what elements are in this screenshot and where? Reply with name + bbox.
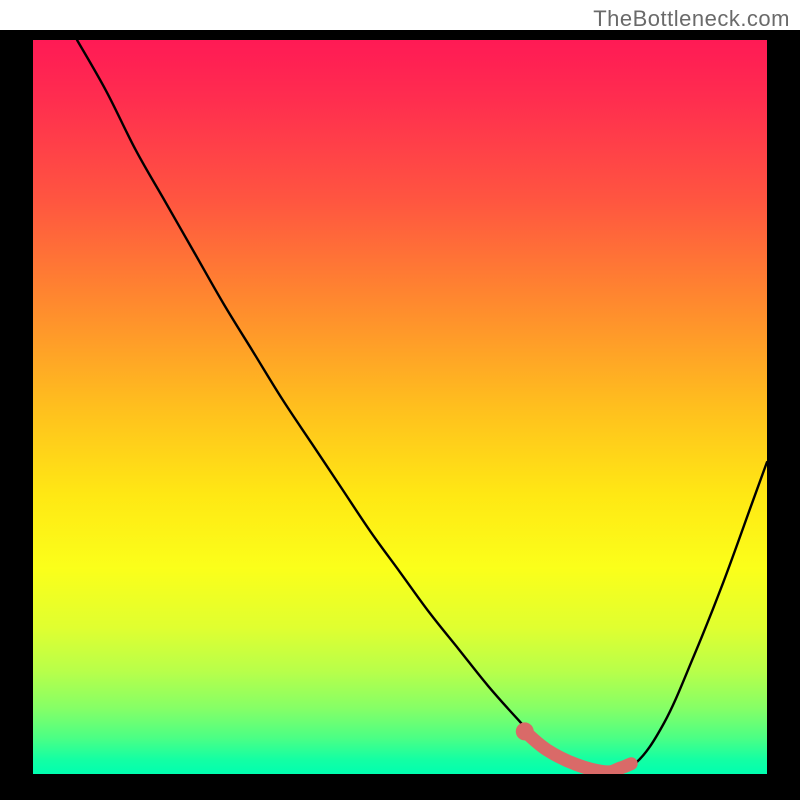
curve-svg (33, 40, 767, 774)
watermark-text: TheBottleneck.com (593, 6, 790, 32)
highlight-start-dot (516, 722, 534, 740)
bottleneck-curve-path (77, 40, 767, 772)
plot-frame (0, 30, 800, 800)
plot-area (33, 40, 767, 774)
chart-container: TheBottleneck.com (0, 0, 800, 800)
optimal-range-highlight (525, 731, 631, 771)
